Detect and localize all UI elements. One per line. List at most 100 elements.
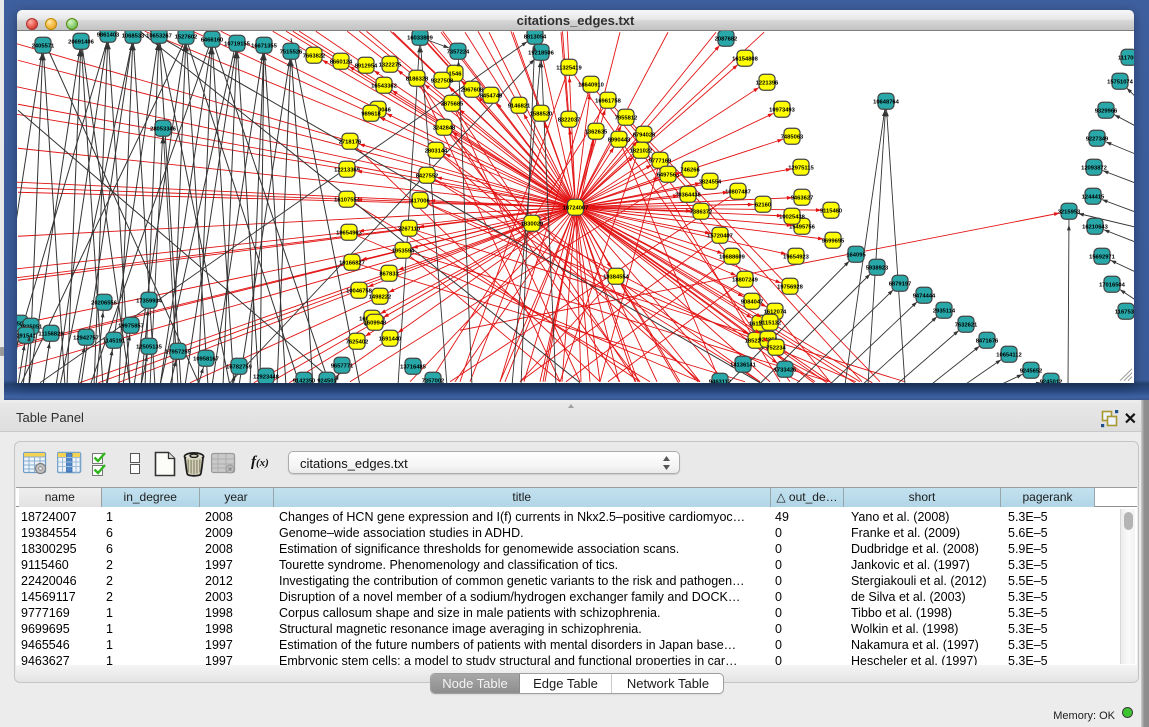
svg-text:1362635: 1362635 <box>585 128 608 135</box>
svg-text:11156829: 11156829 <box>38 330 64 337</box>
svg-text:1244415: 1244415 <box>1082 193 1105 200</box>
svg-text:19975857: 19975857 <box>118 322 144 329</box>
svg-text:10958167: 10958167 <box>193 355 219 362</box>
svg-text:7663822: 7663822 <box>303 52 326 59</box>
svg-text:9329966: 9329966 <box>1095 107 1118 114</box>
svg-text:9777169: 9777169 <box>649 157 672 164</box>
svg-text:867833: 867833 <box>379 270 399 277</box>
svg-text:1322275: 1322275 <box>379 61 402 68</box>
svg-text:7485063: 7485063 <box>781 133 804 140</box>
svg-text:9245012: 9245012 <box>1040 378 1063 383</box>
svg-text:9245652: 9245652 <box>1020 367 1043 374</box>
svg-text:10046758: 10046758 <box>346 287 373 294</box>
svg-text:19756928: 19756928 <box>777 283 804 290</box>
svg-text:10654112: 10654112 <box>996 351 1021 358</box>
svg-text:2803144: 2803144 <box>425 147 448 154</box>
svg-text:8427552: 8427552 <box>416 172 439 179</box>
svg-text:7515526: 7515526 <box>280 48 303 55</box>
svg-text:10973493: 10973493 <box>769 106 796 113</box>
svg-text:9463627: 9463627 <box>791 194 814 201</box>
svg-text:1691440: 1691440 <box>379 335 402 342</box>
svg-text:12213369: 12213369 <box>334 166 361 173</box>
svg-text:20206556: 20206556 <box>91 299 118 306</box>
svg-text:19384554: 19384554 <box>603 273 630 280</box>
svg-text:12505135: 12505135 <box>136 343 163 350</box>
svg-text:16543362: 16543362 <box>371 82 397 89</box>
svg-text:17016504: 17016504 <box>1099 281 1126 288</box>
svg-text:7632621: 7632621 <box>955 321 978 328</box>
svg-text:18724007: 18724007 <box>563 204 589 211</box>
svg-text:10648764: 10648764 <box>873 98 900 105</box>
svg-text:9115132: 9115132 <box>759 319 781 326</box>
svg-text:9861403: 9861403 <box>97 31 120 38</box>
svg-text:746266: 746266 <box>680 166 700 173</box>
svg-text:8322037: 8322037 <box>558 116 581 123</box>
svg-text:8660124: 8660124 <box>330 58 353 65</box>
svg-text:8454749: 8454749 <box>480 92 503 99</box>
svg-text:9146821: 9146821 <box>508 102 531 109</box>
svg-text:1609948: 1609948 <box>364 319 387 326</box>
svg-text:1830029: 1830029 <box>521 220 544 227</box>
svg-text:8912954: 8912954 <box>355 62 378 69</box>
svg-text:17957255: 17957255 <box>165 348 192 355</box>
svg-text:14136141: 14136141 <box>730 361 757 368</box>
svg-text:19218506: 19218506 <box>528 49 555 56</box>
svg-text:16961758: 16961758 <box>595 97 622 104</box>
svg-text:17359934: 17359934 <box>136 297 163 304</box>
svg-text:10719155: 10719155 <box>224 40 251 47</box>
svg-text:2718176: 2718176 <box>339 138 362 145</box>
svg-text:7357224: 7357224 <box>447 48 470 55</box>
svg-text:3875685: 3875685 <box>441 100 464 107</box>
svg-text:1221396: 1221396 <box>756 79 779 86</box>
svg-text:7357002: 7357002 <box>422 377 445 383</box>
svg-text:417006: 417006 <box>410 197 430 204</box>
svg-text:1821022: 1821022 <box>630 147 653 154</box>
svg-text:3215953: 3215953 <box>1058 208 1081 215</box>
svg-text:16782759: 16782759 <box>226 363 253 370</box>
svg-text:924501: 924501 <box>317 377 337 383</box>
svg-text:9084047: 9084047 <box>741 298 764 305</box>
svg-text:1588520: 1588520 <box>530 110 553 117</box>
svg-text:19654963: 19654963 <box>336 229 363 236</box>
svg-text:10688609: 10688609 <box>719 253 746 260</box>
svg-text:13716485: 13716485 <box>400 363 427 370</box>
svg-text:1145191: 1145191 <box>103 337 126 344</box>
svg-text:12093872: 12093872 <box>1081 164 1107 171</box>
svg-text:1527602: 1527602 <box>175 33 198 40</box>
svg-text:9699695: 9699695 <box>822 237 845 244</box>
svg-text:7386372: 7386372 <box>690 208 713 215</box>
svg-text:2087682: 2087682 <box>715 35 738 42</box>
svg-text:752234: 752234 <box>766 344 786 351</box>
svg-text:9115460: 9115460 <box>820 207 842 214</box>
svg-text:19166827: 19166827 <box>339 259 365 266</box>
svg-text:15751074: 15751074 <box>1107 78 1134 85</box>
svg-text:2405571: 2405571 <box>32 42 55 49</box>
svg-text:10025438: 10025438 <box>779 213 806 220</box>
svg-text:9657771: 9657771 <box>331 362 354 369</box>
svg-text:1068533: 1068533 <box>122 32 145 39</box>
svg-text:6466160: 6466160 <box>201 36 224 43</box>
svg-text:1117053: 1117053 <box>1118 54 1134 61</box>
svg-text:8186328: 8186328 <box>406 75 429 82</box>
svg-text:3242848: 3242848 <box>433 124 456 131</box>
svg-text:12942757: 12942757 <box>73 334 99 341</box>
svg-text:989618: 989618 <box>361 110 381 117</box>
svg-text:1167533: 1167533 <box>1115 308 1134 315</box>
svg-text:1953594: 1953594 <box>392 247 415 254</box>
svg-text:8471676: 8471676 <box>976 337 999 344</box>
svg-text:8813054: 8813054 <box>524 33 547 40</box>
svg-text:16033809: 16033809 <box>407 34 434 41</box>
svg-text:9327508: 9327508 <box>431 77 454 84</box>
svg-text:16210643: 16210643 <box>1082 223 1109 230</box>
svg-text:9474444: 9474444 <box>913 292 936 299</box>
svg-text:6879197: 6879197 <box>889 280 912 287</box>
svg-text:7955812: 7955812 <box>615 114 638 121</box>
svg-text:3267110: 3267110 <box>398 225 420 232</box>
svg-text:10653267: 10653267 <box>146 32 172 39</box>
svg-text:11325419: 11325419 <box>556 64 582 71</box>
svg-text:5938923: 5938923 <box>866 264 889 271</box>
svg-text:3824554: 3824554 <box>699 178 722 185</box>
svg-text:164095: 164095 <box>846 251 866 258</box>
svg-text:7625402: 7625402 <box>346 338 369 345</box>
svg-text:18640910: 18640910 <box>578 81 604 88</box>
